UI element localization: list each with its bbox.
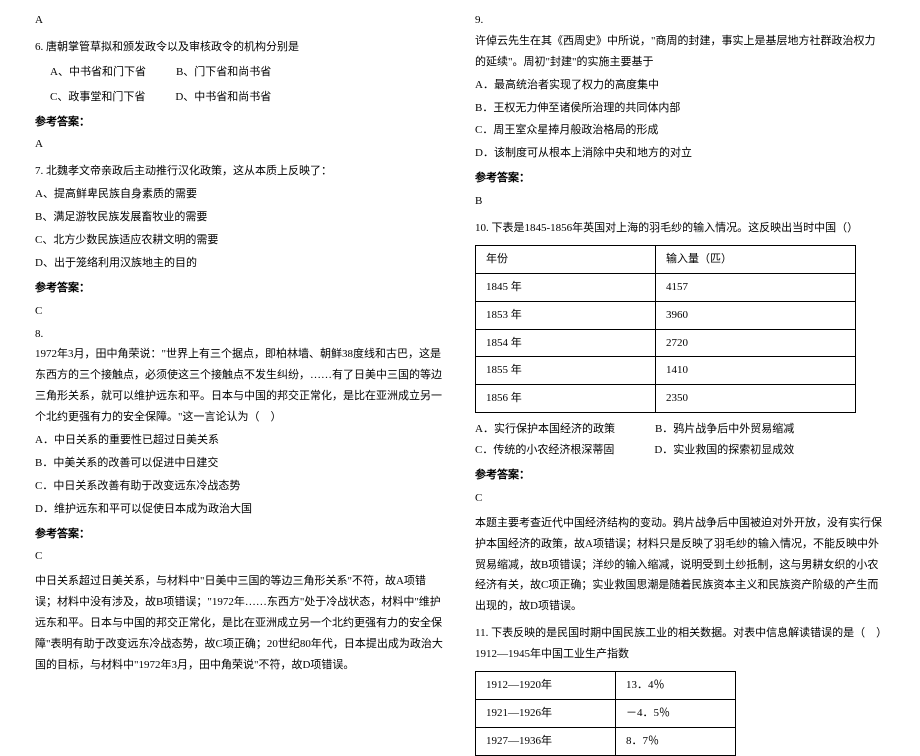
- th-year: 年份: [476, 245, 656, 273]
- q9-opt-b: B．王权无力伸至诸侯所治理的共同体内部: [475, 98, 885, 119]
- table-row: 1921—1926年－4．5％: [476, 699, 736, 727]
- q8-opt-d: D．维护远东和平可以促使日本成为政治大国: [35, 499, 445, 520]
- th-amount: 输入量（匹）: [656, 245, 856, 273]
- q6-opt-d: D、中书省和尚书省: [175, 87, 271, 108]
- q8-opt-a: A．中日关系的重要性已超过日美关系: [35, 430, 445, 451]
- q10-ans-label: 参考答案：: [475, 465, 885, 486]
- table-row: 年份 输入量（匹）: [476, 245, 856, 273]
- q10-text: 10. 下表是1845-1856年英国对上海的羽毛纱的输入情况。这反映出当时中国…: [475, 218, 885, 239]
- q6-opt-a: A、中书省和门下省: [50, 62, 146, 83]
- q10-ans: C: [475, 488, 885, 509]
- q9-ans-label: 参考答案：: [475, 168, 885, 189]
- q8-opt-c: C．中日关系改善有助于改变远东冷战态势: [35, 476, 445, 497]
- q7-opt-b: B、满足游牧民族发展畜牧业的需要: [35, 207, 445, 228]
- q9-opt-c: C．周王室众星捧月般政治格局的形成: [475, 120, 885, 141]
- q9-text: 许倬云先生在其《西周史》中所说，"商周的封建，事实上是基层地方社群政治权力的延续…: [475, 31, 885, 73]
- q9-opt-d: D．该制度可从根本上消除中央和地方的对立: [475, 143, 885, 164]
- table-row: 1856 年2350: [476, 385, 856, 413]
- q7-text: 7. 北魏孝文帝亲政后主动推行汉化政策，这从本质上反映了：: [35, 161, 445, 182]
- q8-ans: C: [35, 546, 445, 567]
- q9-ans: B: [475, 191, 885, 212]
- q10-opt-a: A．实行保护本国经济的政策: [475, 419, 615, 440]
- q6-opt-b: B、门下省和尚书省: [176, 62, 271, 83]
- table-row: 1853 年3960: [476, 301, 856, 329]
- q8-opt-b: B．中美关系的改善可以促进中日建交: [35, 453, 445, 474]
- q8-text: 1972年3月，田中角荣说："世界上有三个据点，即柏林墙、朝鲜38度线和古巴，这…: [35, 344, 445, 428]
- table-row: 1845 年4157: [476, 273, 856, 301]
- q11-table: 1912—1920年13．4％ 1921—1926年－4．5％ 1927—193…: [475, 671, 736, 756]
- q6-ans-label: 参考答案：: [35, 112, 445, 133]
- prev-answer: A: [35, 10, 445, 31]
- q6-text: 6. 唐朝掌管草拟和颁发政令以及审核政令的机构分别是: [35, 37, 445, 58]
- q10-table: 年份 输入量（匹） 1845 年4157 1853 年3960 1854 年27…: [475, 245, 856, 413]
- q7-ans: C: [35, 301, 445, 322]
- q7-opt-a: A、提高鲜卑民族自身素质的需要: [35, 184, 445, 205]
- q7-opt-d: D、出于笼络利用汉族地主的目的: [35, 253, 445, 274]
- q7-ans-label: 参考答案：: [35, 278, 445, 299]
- q10-opt-d: D．实业救国的探索初显成效: [654, 440, 794, 461]
- table-row: 1927—1936年8．7％: [476, 727, 736, 755]
- q8-explanation: 中日关系超过日美关系，与材料中"日美中三国的等边三角形关系"不符，故A项错误；材…: [35, 571, 445, 675]
- q9-opt-a: A．最高统治者实现了权力的高度集中: [475, 75, 885, 96]
- q6-opt-c: C、政事堂和门下省: [50, 87, 145, 108]
- q10-opt-c: C．传统的小农经济根深蒂固: [475, 440, 614, 461]
- table-row: 1854 年2720: [476, 329, 856, 357]
- q10-explanation: 本题主要考查近代中国经济结构的变动。鸦片战争后中国被迫对外开放，没有实行保护本国…: [475, 513, 885, 617]
- q11-text: 11. 下表反映的是民国时期中国民族工业的相关数据。对表中信息解读错误的是（ ）: [475, 623, 885, 644]
- q9-num: 9.: [475, 10, 885, 31]
- table-row: 1855 年1410: [476, 357, 856, 385]
- q8-num: 8.: [35, 324, 445, 345]
- q7-opt-c: C、北方少数民族适应农耕文明的需要: [35, 230, 445, 251]
- q10-opt-b: B．鸦片战争后中外贸易缩减: [655, 419, 794, 440]
- q6-ans: A: [35, 134, 445, 155]
- q8-ans-label: 参考答案：: [35, 524, 445, 545]
- q11-subtitle: 1912—1945年中国工业生产指数: [475, 644, 885, 665]
- table-row: 1912—1920年13．4％: [476, 672, 736, 700]
